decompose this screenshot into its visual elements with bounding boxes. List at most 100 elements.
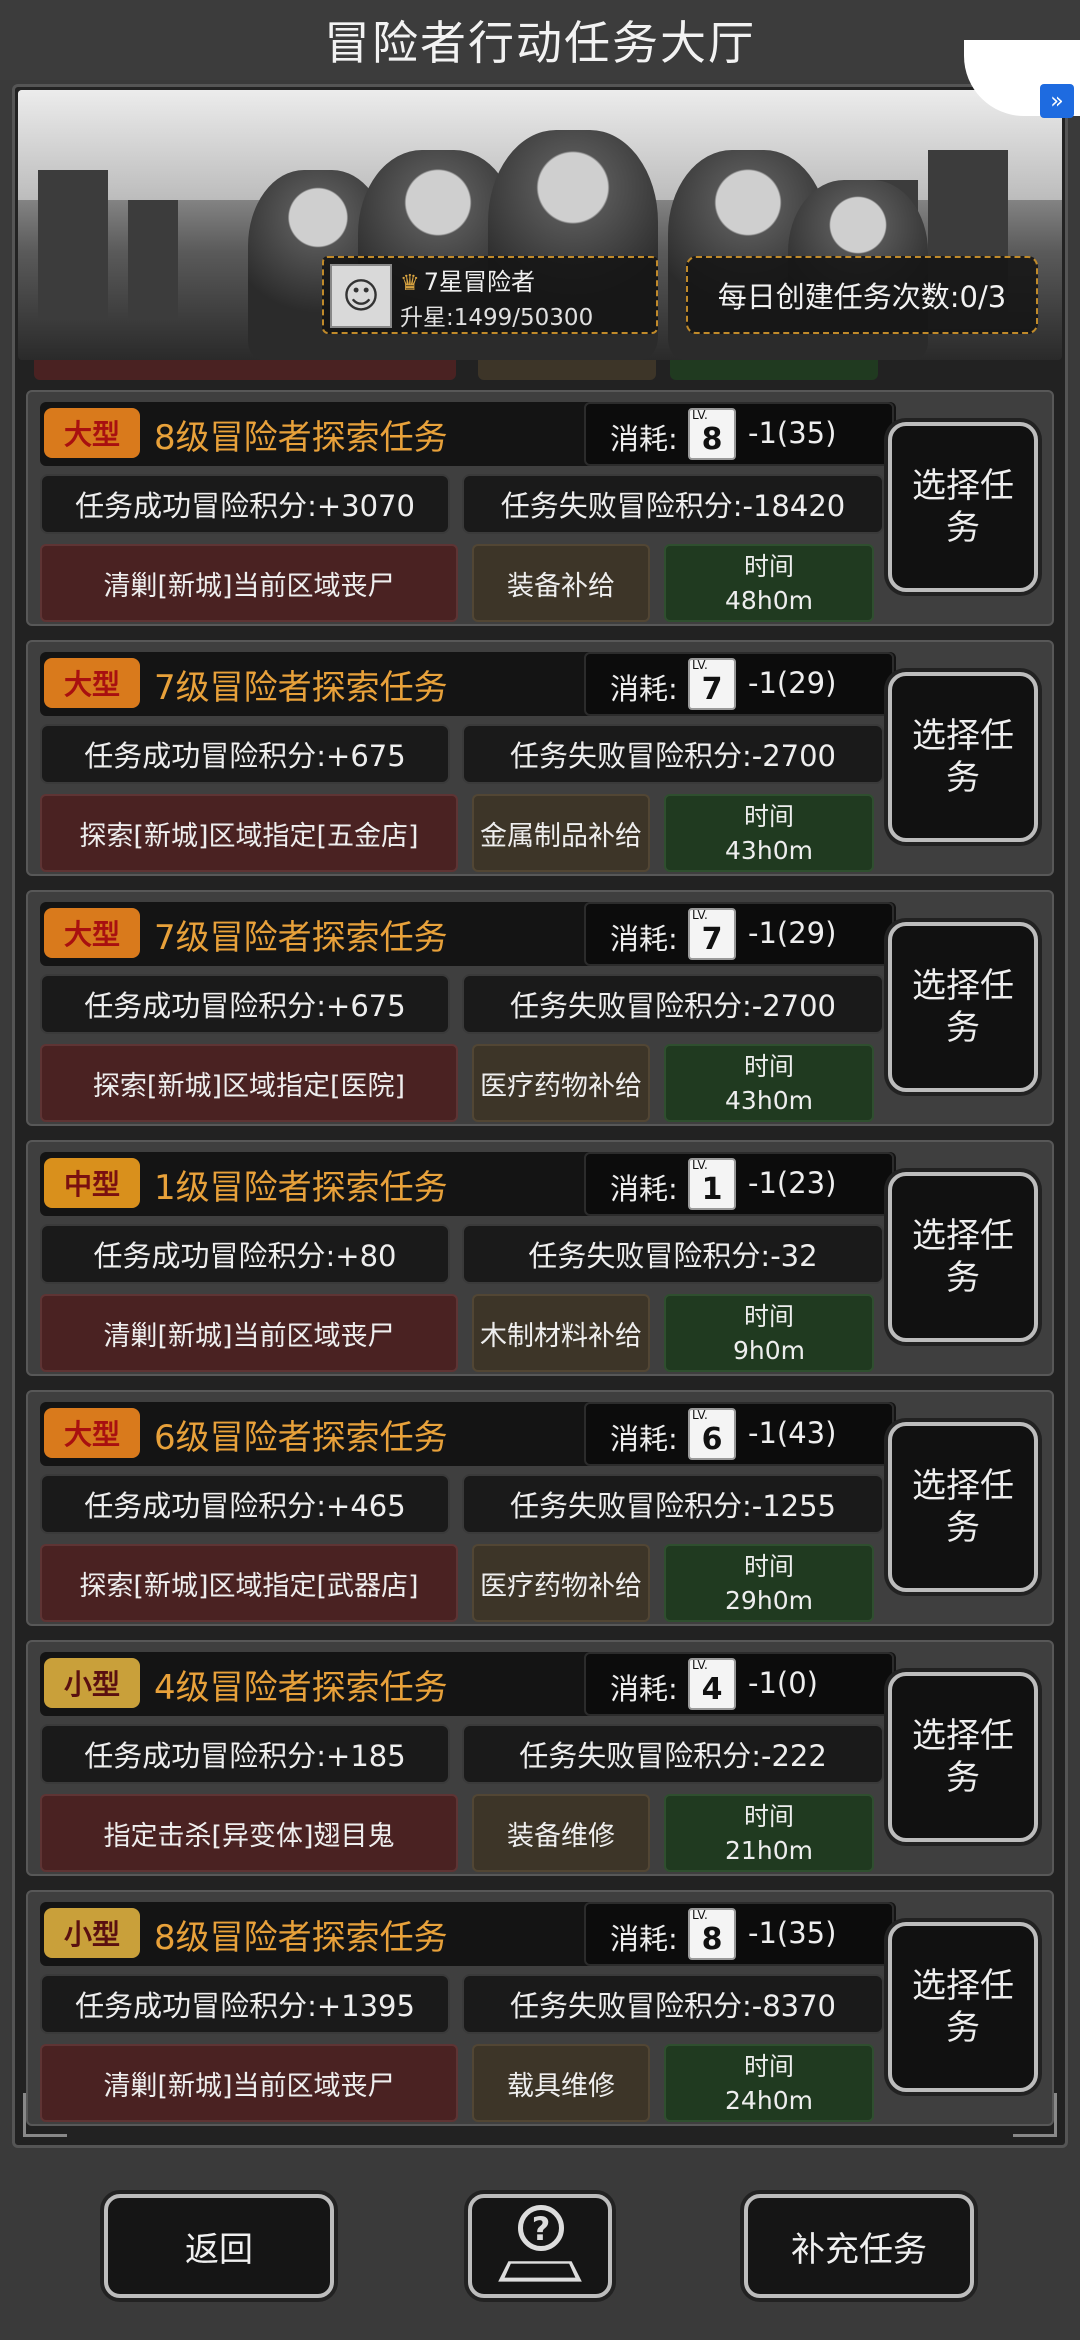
cost-label: 消耗: <box>610 1672 678 1706</box>
task-header: 大型 6级冒险者探索任务 消耗: LV. 6 -1(43) <box>40 1402 896 1466</box>
task-size-badge: 大型 <box>44 658 140 708</box>
task-objective: 探索[新城]区域指定[武器店] <box>40 1544 458 1622</box>
level-ticket-icon: LV. 1 <box>688 1158 736 1210</box>
ticket-level: 4 <box>701 1672 723 1707</box>
success-points: 任务成功冒险积分:+675 <box>40 724 450 784</box>
cost-value: -1(35) <box>748 416 837 450</box>
level-ticket-icon: LV. 7 <box>688 908 736 960</box>
success-points: 任务成功冒险积分:+1395 <box>40 1974 450 2034</box>
select-task-button[interactable]: 选择任务 <box>888 1422 1038 1592</box>
level-ticket-icon: LV. 4 <box>688 1658 736 1710</box>
task-size-badge: 大型 <box>44 408 140 458</box>
fail-points: 任务失败冒险积分:-18420 <box>462 474 884 534</box>
task-title: 7级冒险者探索任务 <box>154 918 448 958</box>
task-card: 小型 8级冒险者探索任务 消耗: LV. 8 -1(35) 任务成功冒险积分:+… <box>26 1890 1054 2126</box>
task-card: 中型 1级冒险者探索任务 消耗: LV. 1 -1(23) 任务成功冒险积分:+… <box>26 1140 1054 1376</box>
task-title: 8级冒险者探索任务 <box>154 418 448 458</box>
cost-box: 消耗: LV. 7 -1(29) <box>584 902 894 966</box>
cost-box: 消耗: LV. 6 -1(43) <box>584 1402 894 1466</box>
select-task-button[interactable]: 选择任务 <box>888 672 1038 842</box>
task-time: 时间 9h0m <box>664 1294 874 1372</box>
fail-points: 任务失败冒险积分:-32 <box>462 1224 884 1284</box>
time-value: 48h0m <box>725 586 813 615</box>
select-task-button[interactable]: 选择任务 <box>888 1922 1038 2092</box>
level-ticket-icon: LV. 6 <box>688 1408 736 1460</box>
cost-value: -1(23) <box>748 1166 837 1200</box>
rank-name: 7星冒险者 <box>423 268 536 296</box>
cost-value: -1(0) <box>748 1666 818 1700</box>
task-time: 时间 21h0m <box>664 1794 874 1872</box>
task-time: 时间 29h0m <box>664 1544 874 1622</box>
select-task-button[interactable]: 选择任务 <box>888 1172 1038 1342</box>
level-ticket-icon: LV. 8 <box>688 408 736 460</box>
rank-progress: 升星:1499/50300 <box>400 305 594 331</box>
success-points: 任务成功冒险积分:+185 <box>40 1724 450 1784</box>
avatar: ☺ <box>330 264 392 328</box>
fast-forward-icon[interactable]: » <box>1040 84 1074 118</box>
task-size-badge: 大型 <box>44 1408 140 1458</box>
map-pin-question-icon: ? <box>498 2203 582 2289</box>
cost-label: 消耗: <box>610 672 678 706</box>
fail-points: 任务失败冒险积分:-2700 <box>462 724 884 784</box>
cost-box: 消耗: LV. 8 -1(35) <box>584 402 894 466</box>
cost-label: 消耗: <box>610 922 678 956</box>
select-task-button[interactable]: 选择任务 <box>888 422 1038 592</box>
ticket-level: 7 <box>701 672 723 707</box>
bottom-bar: 返回 ? 补充任务 <box>0 2152 1080 2340</box>
fail-points: 任务失败冒险积分:-2700 <box>462 974 884 1034</box>
task-reward: 装备补给 <box>472 544 650 622</box>
cost-value: -1(35) <box>748 1916 837 1950</box>
cost-value: -1(29) <box>748 916 837 950</box>
select-task-button[interactable]: 选择任务 <box>888 922 1038 1092</box>
cost-value: -1(29) <box>748 666 837 700</box>
title-bar: 冒险者行动任务大厅 <box>0 0 1080 80</box>
success-points: 任务成功冒险积分:+465 <box>40 1474 450 1534</box>
task-objective: 探索[新城]区域指定[五金店] <box>40 794 458 872</box>
cost-box: 消耗: LV. 7 -1(29) <box>584 652 894 716</box>
cost-label: 消耗: <box>610 1172 678 1206</box>
supply-task-button[interactable]: 补充任务 <box>744 2194 974 2298</box>
task-header: 大型 7级冒险者探索任务 消耗: LV. 7 -1(29) <box>40 902 896 966</box>
fail-points: 任务失败冒险积分:-8370 <box>462 1974 884 2034</box>
task-card: 大型 7级冒险者探索任务 消耗: LV. 7 -1(29) 任务成功冒险积分:+… <box>26 890 1054 1126</box>
time-label: 时间 <box>743 1302 794 1331</box>
task-time: 时间 48h0m <box>664 544 874 622</box>
task-objective: 清剿[新城]当前区域丧尸 <box>40 1294 458 1372</box>
task-objective: 清剿[新城]当前区域丧尸 <box>40 544 458 622</box>
task-title: 4级冒险者探索任务 <box>154 1668 448 1708</box>
help-button[interactable]: ? <box>468 2194 612 2298</box>
success-points: 任务成功冒险积分:+80 <box>40 1224 450 1284</box>
cost-box: 消耗: LV. 8 -1(35) <box>584 1902 894 1966</box>
task-size-badge: 小型 <box>44 1658 140 1708</box>
cost-box: 消耗: LV. 4 -1(0) <box>584 1652 894 1716</box>
task-size-badge: 中型 <box>44 1158 140 1208</box>
back-button[interactable]: 返回 <box>104 2194 334 2298</box>
time-value: 21h0m <box>725 1836 813 1865</box>
level-ticket-icon: LV. 7 <box>688 658 736 710</box>
partial-task-card <box>34 360 1034 380</box>
task-size-badge: 大型 <box>44 908 140 958</box>
time-label: 时间 <box>743 552 794 581</box>
page-title: 冒险者行动任务大厅 <box>324 16 756 70</box>
task-reward: 金属制品补给 <box>472 794 650 872</box>
time-value: 43h0m <box>725 1086 813 1115</box>
task-header: 大型 7级冒险者探索任务 消耗: LV. 7 -1(29) <box>40 652 896 716</box>
task-card: 小型 4级冒险者探索任务 消耗: LV. 4 -1(0) 任务成功冒险积分:+1… <box>26 1640 1054 1876</box>
task-title: 8级冒险者探索任务 <box>154 1918 448 1958</box>
time-label: 时间 <box>743 1552 794 1581</box>
ticket-level: 8 <box>701 1922 723 1957</box>
task-list[interactable]: 大型 8级冒险者探索任务 消耗: LV. 8 -1(35) 任务成功冒险积分:+… <box>26 360 1054 2126</box>
fail-points: 任务失败冒险积分:-1255 <box>462 1474 884 1534</box>
task-objective: 指定击杀[异变体]翅目鬼 <box>40 1794 458 1872</box>
adventurer-rank-panel: ☺ ♛ 7星冒险者 升星:1499/50300 <box>322 256 658 334</box>
time-value: 24h0m <box>725 2086 813 2115</box>
task-time: 时间 43h0m <box>664 794 874 872</box>
time-value: 29h0m <box>725 1586 813 1615</box>
select-task-button[interactable]: 选择任务 <box>888 1672 1038 1842</box>
task-card: 大型 7级冒险者探索任务 消耗: LV. 7 -1(29) 任务成功冒险积分:+… <box>26 640 1054 876</box>
task-size-badge: 小型 <box>44 1908 140 1958</box>
task-title: 6级冒险者探索任务 <box>154 1418 448 1458</box>
task-reward: 医疗药物补给 <box>472 1544 650 1622</box>
crown-icon: ♛ <box>400 271 420 296</box>
task-reward: 医疗药物补给 <box>472 1044 650 1122</box>
